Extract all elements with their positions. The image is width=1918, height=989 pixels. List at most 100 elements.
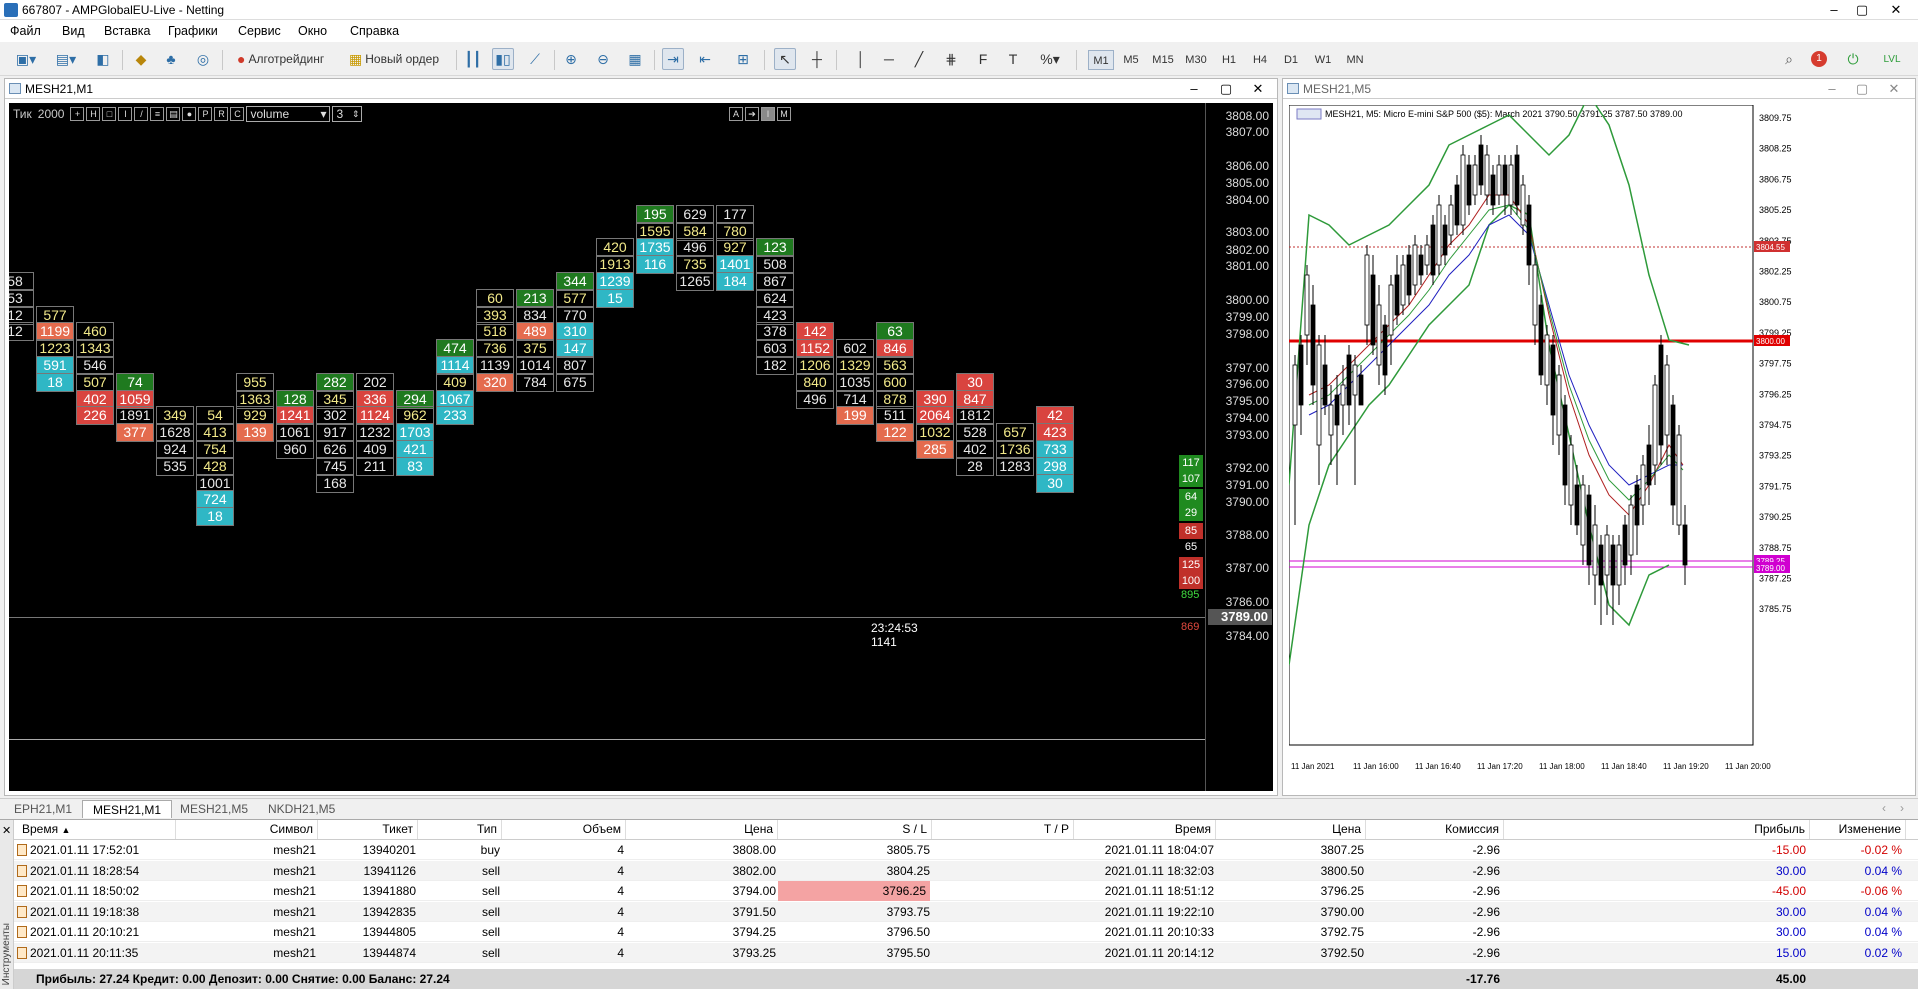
fp-btn-h-icon[interactable]: H xyxy=(86,107,101,121)
tab-scroll-left-icon[interactable]: ‹ xyxy=(1882,801,1886,815)
col-sl[interactable]: S / L xyxy=(778,820,932,839)
notifications-icon[interactable]: 1 xyxy=(1808,48,1830,70)
fp-btn-r-icon[interactable]: R xyxy=(214,107,229,121)
tab-eph21-m1[interactable]: EPH21,M1 xyxy=(4,800,82,818)
tf-m15[interactable]: M15 xyxy=(1150,50,1176,70)
chart-close-button[interactable]: ✕ xyxy=(1881,79,1907,99)
zoom-out-icon[interactable]: ⊖ xyxy=(592,48,614,70)
account-icon[interactable]: LVL xyxy=(1872,48,1912,70)
col-profit[interactable]: Прибыль xyxy=(1504,820,1810,839)
fp-btn-line-icon[interactable]: / xyxy=(134,107,149,121)
menu-insert[interactable]: Вставка xyxy=(104,24,150,38)
col-close-price[interactable]: Цена xyxy=(1216,820,1366,839)
fp-btn-c-icon[interactable]: C xyxy=(230,107,245,121)
fp-btn-grid-icon[interactable]: ≡ xyxy=(150,107,165,121)
table-row[interactable]: 2021.01.11 17:52:01 mesh21 13940201 buy 4 380… xyxy=(14,840,1918,860)
col-tp[interactable]: T / P xyxy=(932,820,1074,839)
fp-btn-dot-icon[interactable]: ● xyxy=(182,107,197,121)
toolbox-side-tab[interactable]: Инструменты xyxy=(0,820,14,989)
fibonacci-icon[interactable]: F xyxy=(972,48,994,70)
cursor-icon[interactable]: ↖ xyxy=(774,48,796,70)
fp-btn-box-icon[interactable]: □ xyxy=(102,107,117,121)
trend-line-icon[interactable]: ╱ xyxy=(908,48,930,70)
tf-mn[interactable]: MN xyxy=(1342,50,1368,70)
vertical-line-icon[interactable]: │ xyxy=(850,48,872,70)
search-icon[interactable]: ⌕ xyxy=(1778,48,1800,70)
tab-nkdh21-m5[interactable]: NKDH21,M5 xyxy=(258,800,345,818)
tf-m5[interactable]: M5 xyxy=(1118,50,1144,70)
fp-btn-bar-icon[interactable]: I xyxy=(761,107,775,121)
chart-maximize-button[interactable]: ▢ xyxy=(1849,79,1875,99)
channels-icon[interactable]: ⋕ xyxy=(940,48,962,70)
col-ticket[interactable]: Тикет xyxy=(318,820,418,839)
tf-h1[interactable]: H1 xyxy=(1216,50,1242,70)
data-window-icon[interactable]: ◆ xyxy=(130,48,152,70)
new-order-button[interactable]: ▦ Новый ордер xyxy=(344,48,448,70)
algotrading-button[interactable]: ● Алготрейдинг xyxy=(232,48,336,70)
col-type[interactable]: Тип xyxy=(418,820,502,839)
text-icon[interactable]: T xyxy=(1002,48,1024,70)
chart-shift-icon[interactable]: ⇤ xyxy=(694,48,716,70)
chart-minimize-button[interactable]: – xyxy=(1819,79,1845,99)
fp-btn-i-icon[interactable]: I xyxy=(118,107,133,121)
candlestick-icon[interactable]: ▮▯ xyxy=(492,48,514,70)
fp-btn-plus-icon[interactable]: + xyxy=(70,107,85,121)
fp-btn-a-icon[interactable]: A xyxy=(729,107,743,121)
crosshair-icon[interactable]: ┼ xyxy=(806,48,828,70)
tf-m30[interactable]: M30 xyxy=(1183,50,1209,70)
maximize-button[interactable]: ▢ xyxy=(1848,0,1876,20)
tf-d1[interactable]: D1 xyxy=(1278,50,1304,70)
table-row[interactable]: 2021.01.11 18:50:02 mesh21 13941880 sell 4 37… xyxy=(14,881,1918,901)
autoscroll-icon[interactable]: ⇥ xyxy=(662,48,684,70)
signals-icon[interactable]: ◎ xyxy=(192,48,214,70)
tf-w1[interactable]: W1 xyxy=(1310,50,1336,70)
menu-help[interactable]: Справка xyxy=(350,24,399,38)
col-commission[interactable]: Комиссия xyxy=(1366,820,1504,839)
col-price[interactable]: Цена xyxy=(626,820,778,839)
table-row[interactable]: 2021.01.11 20:11:35 mesh21 13944874 sell 4 37… xyxy=(14,942,1918,963)
close-button[interactable]: ✕ xyxy=(1876,0,1916,20)
menu-view[interactable]: Вид xyxy=(62,24,85,38)
minimize-button[interactable]: – xyxy=(1820,0,1848,20)
chart-close-button[interactable]: ✕ xyxy=(1245,79,1271,99)
col-close-time[interactable]: Время xyxy=(1074,820,1216,839)
table-row[interactable]: 2021.01.11 18:28:54 mesh21 13941126 sell 4 38… xyxy=(14,860,1918,881)
menu-charts[interactable]: Графики xyxy=(168,24,218,38)
chart-maximize-button[interactable]: ▢ xyxy=(1213,79,1239,99)
panel-close-icon[interactable]: ✕ xyxy=(2,824,11,837)
tab-mesh21-m1[interactable]: MESH21,M1 xyxy=(82,800,173,818)
signal-status-icon[interactable]: ⏻ xyxy=(1842,48,1864,70)
navigator-icon[interactable]: ♣ xyxy=(160,48,182,70)
depth-stepper[interactable]: 3 ⇕ xyxy=(332,106,363,122)
tab-mesh21-m5[interactable]: MESH21,M5 xyxy=(170,800,258,818)
col-open-time[interactable]: Время ▲ xyxy=(14,820,176,839)
menu-file[interactable]: Файл xyxy=(10,24,41,38)
new-chart-icon[interactable]: ▣▾ xyxy=(8,48,44,70)
tf-h4[interactable]: H4 xyxy=(1247,50,1273,70)
tile-windows-icon[interactable]: ▦ xyxy=(624,48,646,70)
table-row[interactable]: 2021.01.11 19:18:38 mesh21 13942835 sell 4 37… xyxy=(14,901,1918,922)
fp-btn-m-icon[interactable]: M xyxy=(777,107,791,121)
line-chart-icon[interactable]: ⟋ xyxy=(524,48,546,70)
zoom-in-icon[interactable]: ⊕ xyxy=(560,48,582,70)
candlestick-chart[interactable]: 3809.75 3808.25 3806.75 3805.25 3803.75 3802.… xyxy=(1288,93,1913,795)
tab-scroll-right-icon[interactable]: › xyxy=(1900,801,1904,815)
shapes-icon[interactable]: %▾ xyxy=(1032,48,1068,70)
bar-chart-icon[interactable]: ┃┃ xyxy=(462,48,484,70)
chart-minimize-button[interactable]: – xyxy=(1181,79,1207,99)
menu-tools[interactable]: Сервис xyxy=(238,24,281,38)
col-volume[interactable]: Объем xyxy=(502,820,626,839)
indicators-icon[interactable]: ⊞ xyxy=(732,48,754,70)
market-watch-icon[interactable]: ◧ xyxy=(92,48,114,70)
fp-btn-grid2-icon[interactable]: ▤ xyxy=(166,107,181,121)
fp-btn-p-icon[interactable]: P xyxy=(198,107,213,121)
table-row[interactable]: 2021.01.11 20:10:21 mesh21 13944805 sell 4 37… xyxy=(14,922,1918,942)
horizontal-line-icon[interactable]: ─ xyxy=(878,48,900,70)
col-change[interactable]: Изменение xyxy=(1810,820,1906,839)
footprint-chart[interactable]: Тик 2000 + H □ I / ≡ ▤ ● P R C volume ▾ 3… xyxy=(9,103,1273,791)
col-symbol[interactable]: Символ xyxy=(176,820,318,839)
profiles-icon[interactable]: ▤▾ xyxy=(48,48,84,70)
tf-m1[interactable]: M1 xyxy=(1088,50,1114,70)
menu-window[interactable]: Окно xyxy=(298,24,327,38)
indicator-select[interactable]: volume ▾ xyxy=(246,106,331,122)
